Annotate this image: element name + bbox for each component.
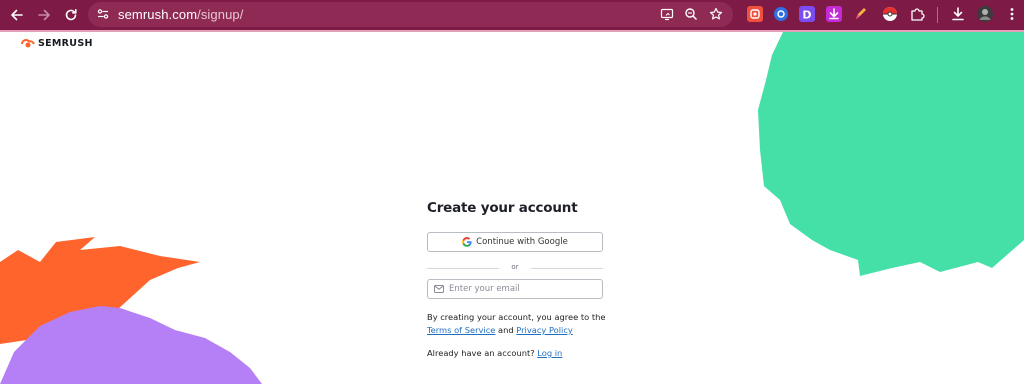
page-title: Create your account — [427, 200, 578, 216]
signup-form: Create your account Continue with Google… — [427, 200, 605, 358]
privacy-policy-link[interactable]: Privacy Policy — [516, 325, 573, 335]
divider-text: or — [511, 263, 519, 271]
email-placeholder: Enter your email — [449, 284, 520, 294]
google-button-label: Continue with Google — [476, 237, 568, 247]
terms-of-service-link[interactable]: Terms of Service — [427, 325, 495, 335]
divider-line-left — [427, 268, 499, 269]
semrush-logo[interactable]: SEMRUSH — [21, 38, 93, 49]
terms-and: and — [498, 325, 514, 335]
divider-line-right — [531, 268, 603, 269]
or-divider: or — [427, 263, 603, 272]
login-prompt: Already have an account? Log in — [427, 348, 627, 358]
login-prompt-text: Already have an account? — [427, 348, 535, 358]
terms-prefix: By creating your account, you agree to t… — [427, 312, 606, 322]
email-field[interactable]: Enter your email — [427, 279, 603, 299]
semrush-flame-icon — [21, 38, 35, 47]
terms-text: By creating your account, you agree to t… — [427, 311, 607, 337]
envelope-icon — [434, 285, 444, 293]
google-logo-icon — [462, 237, 472, 247]
log-in-link[interactable]: Log in — [537, 348, 562, 358]
logo-text: SEMRUSH — [38, 38, 93, 49]
continue-with-google-button[interactable]: Continue with Google — [427, 232, 603, 252]
green-gear-shape — [758, 32, 1024, 276]
